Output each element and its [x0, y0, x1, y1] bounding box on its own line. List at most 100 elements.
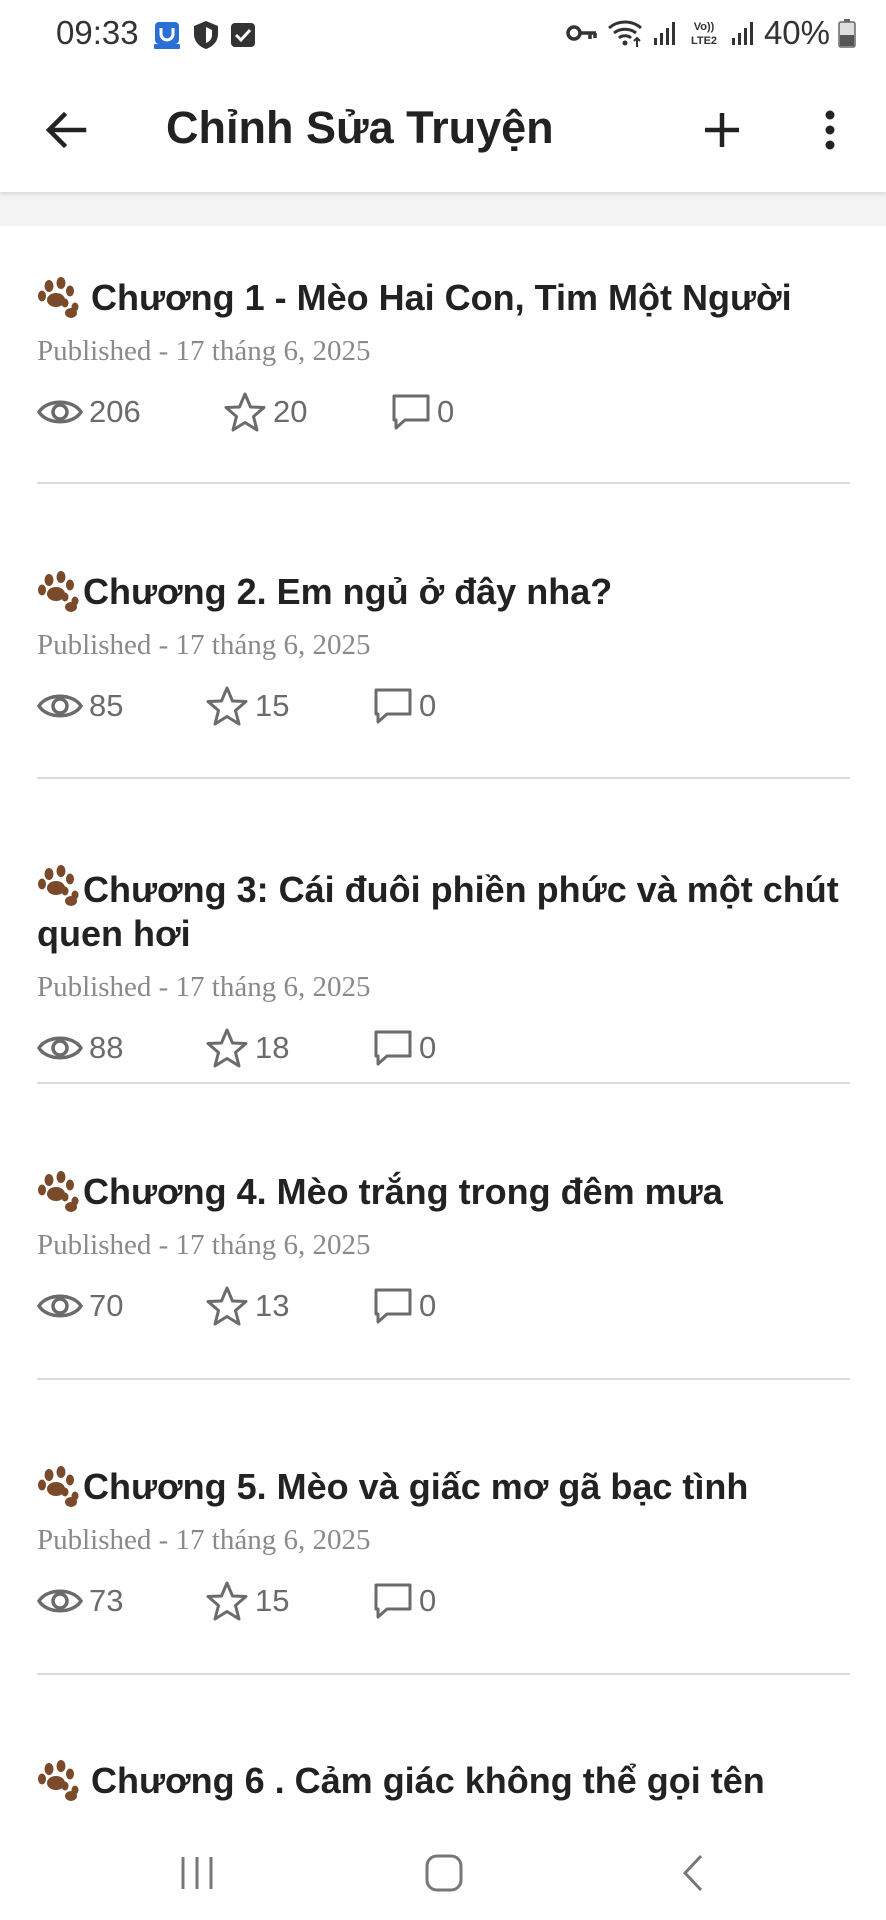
chapter-title-row: Chương 6 . Cảm giác không thể gọi tên [37, 1759, 850, 1803]
views-stat: 73 [37, 1583, 205, 1619]
system-nav-bar [0, 1826, 886, 1920]
comments-stat: 0 [373, 1287, 436, 1325]
comments-count: 0 [419, 688, 437, 723]
status-left-icons [152, 20, 256, 50]
views-stat: 85 [37, 688, 205, 724]
comments-count: 0 [419, 1288, 437, 1323]
comments-stat: 0 [373, 1582, 436, 1620]
shield-icon [192, 20, 220, 50]
comment-icon [374, 1583, 412, 1619]
chapter-title: Chương 2. Em ngủ ở đây nha? [83, 571, 613, 612]
chapter-stats: 88 18 0 [37, 1024, 850, 1072]
chapter-list[interactable]: Chương 1 - Mèo Hai Con, Tim Một Người Pu… [0, 226, 886, 1826]
chapter-item[interactable]: Chương 5. Mèo và giấc mơ gã bạc tình Pub… [0, 1465, 886, 1625]
chapter-status: Published - 17 tháng 6, 2025 [37, 1524, 371, 1556]
svg-text:Vo)): Vo)) [694, 21, 715, 33]
plus-icon [705, 113, 739, 147]
recent-apps-button[interactable] [157, 1842, 237, 1904]
votes-stat: 20 [223, 391, 391, 433]
eye-icon [37, 694, 83, 718]
comment-icon [374, 1288, 412, 1324]
chapter-stats: 73 15 0 [37, 1577, 850, 1625]
app-bar: Chỉnh Sửa Truyện [0, 70, 886, 192]
battery-percent: 40% [763, 14, 830, 51]
status-time: 09:33 [56, 14, 139, 51]
signal-icon [730, 20, 756, 46]
paw-icon [38, 277, 79, 318]
star-icon [206, 1286, 248, 1326]
eye-icon [37, 1589, 83, 1613]
chapter-stats: 206 20 0 [37, 388, 850, 436]
chapter-item[interactable]: Chương 6 . Cảm giác không thể gọi tên [0, 1759, 886, 1803]
app-notification-icon [152, 20, 182, 50]
add-chapter-button[interactable] [692, 100, 752, 160]
views-count: 70 [89, 1288, 124, 1323]
recent-apps-icon [181, 1857, 213, 1889]
comments-stat: 0 [373, 1029, 436, 1067]
chapter-title-row: Chương 1 - Mèo Hai Con, Tim Một Người [37, 276, 850, 320]
chapter-title-row: Chương 4. Mèo trắng trong đêm mưa [37, 1170, 850, 1214]
chapter-title: Chương 4. Mèo trắng trong đêm mưa [83, 1171, 723, 1212]
back-button[interactable] [36, 100, 96, 160]
votes-count: 13 [255, 1288, 290, 1323]
votes-stat: 15 [205, 685, 373, 727]
views-stat: 88 [37, 1030, 205, 1066]
votes-count: 15 [255, 688, 290, 723]
votes-count: 18 [255, 1030, 290, 1065]
chapter-title-row: Chương 5. Mèo và giấc mơ gã bạc tình [37, 1465, 850, 1509]
views-count: 88 [89, 1030, 124, 1065]
chapter-item[interactable]: Chương 4. Mèo trắng trong đêm mưa Publis… [0, 1170, 886, 1330]
checkbox-icon [230, 22, 256, 48]
chapter-item[interactable]: Chương 3: Cái đuôi phiền phức và một chú… [0, 864, 886, 1072]
divider [37, 777, 850, 779]
nav-back-button[interactable] [653, 1842, 733, 1904]
eye-icon [37, 1294, 83, 1318]
signal-icon [652, 20, 678, 46]
chapter-title: Chương 5. Mèo và giấc mơ gã bạc tình [83, 1466, 749, 1507]
votes-count: 20 [273, 394, 308, 429]
comments-count: 0 [419, 1030, 437, 1065]
star-icon [206, 686, 248, 726]
comments-count: 0 [419, 1583, 437, 1618]
home-icon [425, 1854, 463, 1892]
svg-text:LTE2: LTE2 [691, 35, 717, 47]
chapter-status: Published - 17 tháng 6, 2025 [37, 335, 371, 367]
star-icon [206, 1028, 248, 1068]
chapter-stats: 70 13 0 [37, 1282, 850, 1330]
votes-count: 15 [255, 1583, 290, 1618]
eye-icon [37, 1036, 83, 1060]
divider [37, 1673, 850, 1675]
comment-icon [374, 688, 412, 724]
votes-stat: 13 [205, 1285, 373, 1327]
paw-icon [38, 1171, 79, 1212]
back-icon [682, 1854, 703, 1892]
comment-icon [374, 1030, 412, 1066]
battery-icon [838, 18, 856, 48]
chapter-status: Published - 17 tháng 6, 2025 [37, 629, 371, 661]
paw-icon [38, 1466, 79, 1507]
chapter-title: Chương 6 . Cảm giác không thể gọi tên [91, 1760, 765, 1801]
comments-count: 0 [437, 394, 455, 429]
eye-icon [37, 400, 83, 424]
chapter-title-row: Chương 2. Em ngủ ở đây nha? [37, 570, 850, 614]
chapter-status: Published - 17 tháng 6, 2025 [37, 971, 371, 1003]
chapter-title: Chương 3: Cái đuôi phiền phức và một chú… [37, 864, 850, 956]
comments-stat: 0 [391, 393, 454, 431]
vpn-key-icon [566, 22, 598, 44]
more-options-button[interactable] [806, 100, 854, 160]
chapter-item[interactable]: Chương 1 - Mèo Hai Con, Tim Một Người Pu… [0, 276, 886, 436]
chapter-title-row: Chương 3: Cái đuôi phiền phức và một chú… [37, 864, 850, 956]
chapter-status: Published - 17 tháng 6, 2025 [37, 1229, 371, 1261]
status-right-icons: Vo)) LTE2 40% [566, 14, 856, 52]
divider [37, 1378, 850, 1380]
status-bar: 09:33 Vo)) LTE2 40% [0, 0, 886, 70]
chapter-item[interactable]: Chương 2. Em ngủ ở đây nha? Published - … [0, 570, 886, 730]
paw-icon [38, 865, 79, 906]
wifi-icon [606, 18, 644, 48]
home-button[interactable] [404, 1842, 484, 1904]
chapter-title-text: Chương 3: Cái đuôi phiền phức và một chú… [37, 869, 839, 954]
views-count: 206 [89, 394, 141, 429]
views-count: 73 [89, 1583, 124, 1618]
star-icon [224, 392, 266, 432]
arrow-left-icon [45, 111, 87, 149]
